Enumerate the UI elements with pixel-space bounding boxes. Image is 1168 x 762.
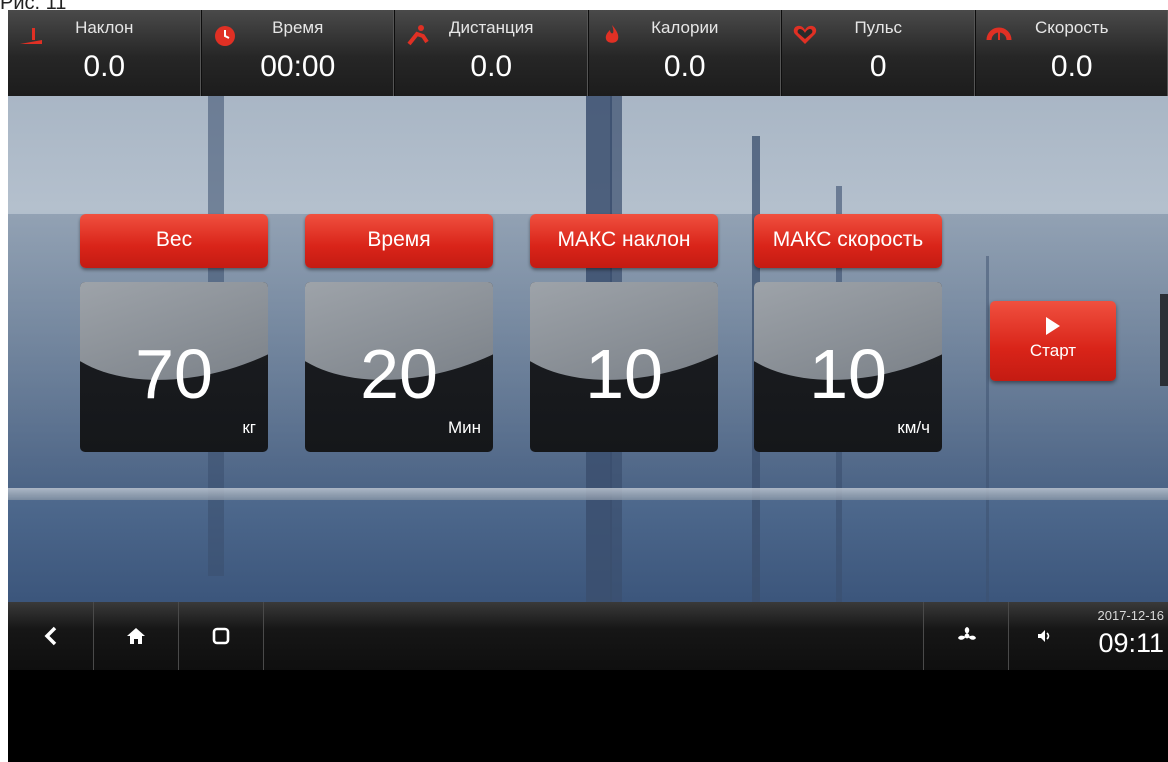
setting-value-panel[interactable]: 10 км/ч xyxy=(754,282,942,452)
stat-label: Скорость xyxy=(1035,18,1109,37)
setting-value: 10 xyxy=(809,335,887,413)
volume-icon xyxy=(1038,630,1050,642)
start-label: Старт xyxy=(1029,341,1077,360)
system-nav-bar: 2017-12-16 09:11 xyxy=(8,602,1168,670)
stat-value: 0 xyxy=(869,50,887,83)
stat-calories: Калории 0.0 xyxy=(589,10,782,96)
stat-label: Время xyxy=(272,18,324,37)
setting-value-panel[interactable]: 20 Мин xyxy=(305,282,493,452)
setting-value: 70 xyxy=(135,335,213,413)
volume-button[interactable] xyxy=(1008,602,1079,670)
setting-max-incline[interactable]: МАКС наклон 10 xyxy=(530,214,718,452)
setting-value-panel[interactable]: 70 кг xyxy=(80,282,268,452)
setting-value: 20 xyxy=(360,335,438,413)
setting-unit: км/ч xyxy=(897,418,930,437)
stat-value: 0.0 xyxy=(1050,50,1093,83)
treadmill-screen: Наклон 0.0 Время 00:00 Дистанция 0.0 Кал… xyxy=(8,10,1168,762)
setting-unit: Мин xyxy=(447,418,481,437)
stats-bar: Наклон 0.0 Время 00:00 Дистанция 0.0 Кал… xyxy=(8,10,1168,96)
setting-label[interactable]: МАКС скорость xyxy=(754,214,942,268)
stat-time: Время 00:00 xyxy=(202,10,395,96)
setting-weight[interactable]: Вес 70 кг xyxy=(80,214,268,452)
side-panel-handle[interactable] xyxy=(1160,294,1168,386)
status-date: 2017-12-16 xyxy=(1097,608,1165,623)
fan-button[interactable] xyxy=(923,602,1009,670)
background-scene: Вес 70 кг Время 20 Мин МАКС наклон 10 МА… xyxy=(8,96,1168,606)
recent-apps-icon xyxy=(212,627,229,645)
bridge-deck xyxy=(8,488,1168,500)
setting-label[interactable]: МАКС наклон xyxy=(530,214,718,268)
stat-value: 0.0 xyxy=(663,50,706,83)
status-time: 09:11 xyxy=(1098,628,1164,658)
back-button[interactable] xyxy=(8,602,94,670)
setting-time[interactable]: Время 20 Мин xyxy=(305,214,493,452)
setting-unit: кг xyxy=(242,418,256,437)
stat-incline: Наклон 0.0 xyxy=(8,10,202,96)
setting-max-speed[interactable]: МАКС скорость 10 км/ч xyxy=(754,214,942,452)
stat-label: Калории xyxy=(651,18,719,37)
bottom-area xyxy=(8,670,1168,762)
stat-value: 0.0 xyxy=(83,50,126,83)
stat-value: 0.0 xyxy=(470,50,513,83)
home-button[interactable] xyxy=(93,602,179,670)
fan-icon xyxy=(957,627,976,640)
home-icon xyxy=(126,628,145,644)
stat-label: Пульс xyxy=(854,18,903,37)
back-icon xyxy=(44,626,56,646)
setting-value-panel[interactable]: 10 xyxy=(530,282,718,452)
stat-pulse: Пульс 0 xyxy=(782,10,976,96)
stat-value: 00:00 xyxy=(260,50,336,83)
stat-label: Дистанция xyxy=(449,18,534,37)
setting-label[interactable]: Вес xyxy=(80,214,268,268)
setting-value: 10 xyxy=(585,335,663,413)
stat-distance: Дистанция 0.0 xyxy=(395,10,589,96)
start-button[interactable]: Старт xyxy=(990,301,1116,381)
stat-speed: Скорость 0.0 xyxy=(976,10,1168,96)
play-icon xyxy=(1046,317,1060,335)
setting-label[interactable]: Время xyxy=(305,214,493,268)
recent-apps-button[interactable] xyxy=(178,602,264,670)
stat-label: Наклон xyxy=(75,18,134,37)
